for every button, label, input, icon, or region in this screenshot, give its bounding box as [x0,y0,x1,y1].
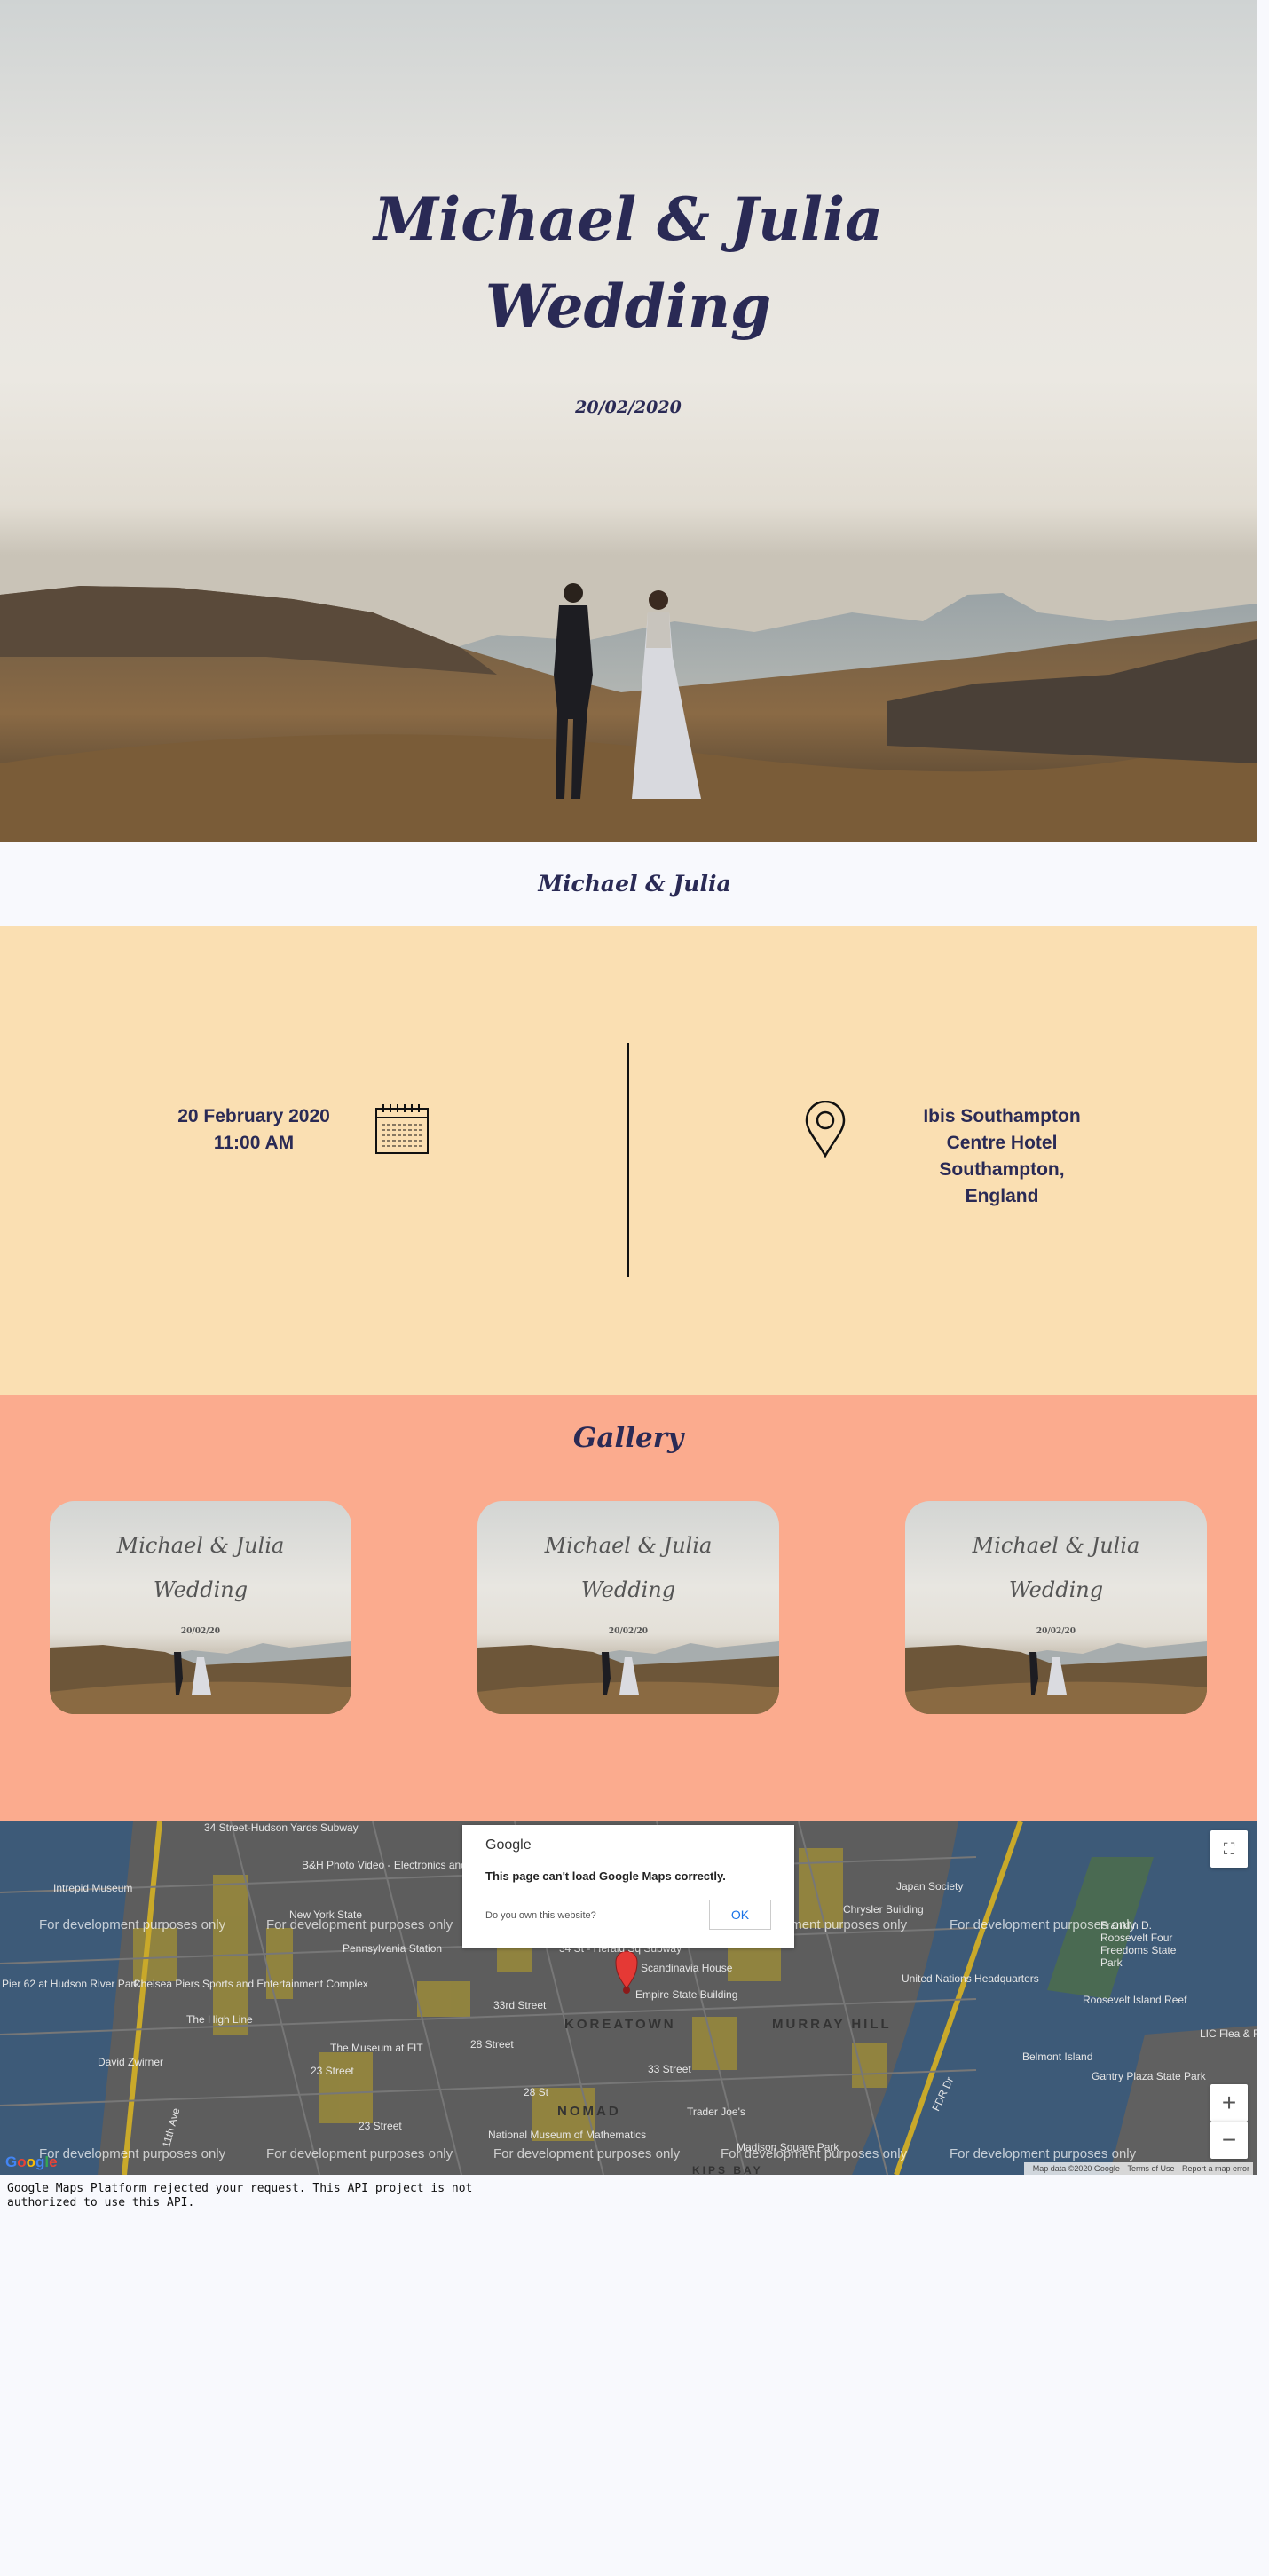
report-error-link[interactable]: Report a map error [1182,2164,1249,2173]
dev-watermark: For development purposes only [721,2146,908,2161]
map-error-dialog: Google This page can't load Google Maps … [462,1825,794,1948]
event-date-time: 11:00 AM [213,1133,295,1153]
venue-line4: England [965,1186,1039,1206]
gallery-image-date: 20/02/20 [1036,1627,1076,1636]
dev-watermark: For development purposes only [39,2146,226,2161]
map-label: 28 St [524,2086,549,2098]
gallery-image[interactable]: Michael & Julia Wedding 20/02/20 [905,1501,1207,1714]
event-date-day: 20 February 2020 [177,1106,330,1126]
map-label: 34 Street-Hudson Yards Subway [204,1821,359,1834]
dev-watermark: For development purposes only [950,1917,1137,1932]
map-label: Pier 62 at Hudson River Park [2,1978,140,1990]
gallery-image-subtitle: Wedding [1008,1577,1104,1602]
gallery-section: Gallery Michael & Julia Wedding 20/02/20… [0,1395,1257,1821]
map-label: Trader Joe's [687,2106,745,2118]
map-label: Japan Society [896,1880,964,1892]
dialog-message: This page can't load Google Maps correct… [485,1869,726,1883]
maps-error-text: Google Maps Platform rejected your reque… [7,2182,473,2209]
dev-watermark: For development purposes only [39,1917,226,1932]
map-label: KIPS BAY [692,2164,763,2175]
gallery-image-title: Michael & Julia [972,1533,1140,1558]
map-label: Scandinavia House [641,1962,733,1974]
gallery-title: Gallery [572,1422,684,1454]
map-label: Belmont Island [1022,2051,1093,2063]
map-label: NOMAD [557,2104,621,2119]
dev-watermark: For development purposes only [266,1917,453,1932]
map-pin-icon [805,1101,846,1158]
fullscreen-button[interactable]: ⛶ [1210,1830,1248,1868]
dialog-ok-button[interactable]: OK [709,1900,771,1930]
hero-title-line2: Wedding [485,272,772,341]
gallery-image-subtitle: Wedding [580,1577,676,1602]
dev-watermark: For development purposes only [493,2146,681,2161]
dialog-own-site: Do you own this website? [485,1910,596,1921]
gallery-image-title: Michael & Julia [544,1533,713,1558]
dev-watermark: For development purposes only [950,2146,1137,2161]
map-label: 33rd Street [493,1999,547,2011]
calendar-icon [375,1104,429,1154]
map-label: Empire State Building [635,1988,738,2001]
map-data-credit: Map data ©2020 Google [1032,2164,1120,2173]
google-logo: Google [5,2153,58,2170]
dev-watermark: For development purposes only [266,2146,453,2161]
venue-line2: Centre Hotel [946,1133,1058,1153]
hero-date: 20/02/2020 [575,398,682,417]
map-label: National Museum of Mathematics [488,2129,647,2141]
gallery-image[interactable]: Michael & Julia Wedding 20/02/20 [477,1501,779,1714]
map-label: KOREATOWN [564,2017,676,2032]
map-label: United Nations Headquarters [902,1972,1039,1985]
names-bar: Michael & Julia [0,842,1269,926]
page-scrollbar[interactable] [1257,0,1269,2576]
gallery-image-date: 20/02/20 [180,1627,221,1636]
map-label: David Zwirner [98,2056,164,2068]
event-venue: Ibis Southampton Centre Hotel Southampto… [904,1103,1100,1210]
venue-line3: Southampton, [939,1159,1065,1180]
map-label: The Museum at FIT [330,2042,423,2054]
map-label: LIC Flea & Food [1200,2027,1257,2040]
names-bar-text: Michael & Julia [538,871,731,897]
event-date: 20 February 2020 11:00 AM [165,1103,343,1157]
map-label: MURRAY HILL [772,2017,892,2032]
fullscreen-icon: ⛶ [1223,1840,1235,1858]
venue-line1: Ibis Southampton [923,1106,1081,1126]
map-label: 33 Street [648,2063,691,2075]
map-label: 23 Street [311,2065,354,2077]
gallery-image-title: Michael & Julia [116,1533,285,1558]
info-divider [627,1043,629,1277]
hero-photo [0,583,1257,842]
map-label: The High Line [186,2013,253,2026]
event-info-section: 20 February 2020 11:00 AM Ibis Southampt… [0,926,1269,1395]
map-label: Gantry Plaza State Park [1092,2070,1206,2082]
hero-title: Michael & Julia Wedding [0,176,1257,350]
map-label: 28 Street [470,2038,514,2051]
dialog-brand: Google [485,1837,532,1853]
map-label: Chelsea Piers Sports and Entertainment C… [133,1978,368,1990]
map-label: 23 Street [359,2120,402,2132]
gallery-image[interactable]: Michael & Julia Wedding 20/02/20 [50,1501,351,1714]
map-label: Pennsylvania Station [343,1942,443,1955]
map-label: Roosevelt Island Reef [1083,1994,1187,2006]
hero-banner: Michael & Julia Wedding 20/02/2020 [0,0,1257,842]
map-label: Intrepid Museum [53,1882,133,1894]
zoom-in-button[interactable]: + [1210,2084,1248,2122]
gallery-image-date: 20/02/20 [608,1627,649,1636]
map-footer: Map data ©2020 Google Terms of Use Repor… [1023,2162,1253,2175]
terms-link[interactable]: Terms of Use [1127,2164,1174,2173]
google-map[interactable]: 34 Street-Hudson Yards Subway B&H Photo … [0,1821,1257,2175]
gallery-image-subtitle: Wedding [153,1577,248,1602]
map-label: Chrysler Building [843,1903,924,1916]
hero-title-line1: Michael & Julia [374,185,883,254]
zoom-out-button[interactable]: − [1210,2122,1248,2159]
map-label: B&H Photo Video - Electronics and... [302,1859,476,1871]
